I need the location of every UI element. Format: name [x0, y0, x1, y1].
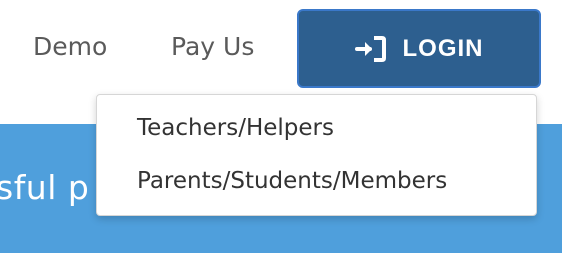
sign-in-icon: [354, 35, 387, 63]
hero-heading: sful p: [0, 168, 90, 207]
login-button[interactable]: LOGIN: [297, 9, 541, 88]
nav-link-pay-us[interactable]: Pay Us: [171, 32, 254, 61]
login-button-label: LOGIN: [402, 34, 484, 62]
menu-item-teachers-helpers[interactable]: Teachers/Helpers: [137, 115, 334, 141]
nav-link-demo[interactable]: Demo: [33, 32, 107, 61]
page: sful p Demo Pay Us LOGIN Teachers/Helper…: [0, 0, 562, 253]
menu-item-parents-students-members[interactable]: Parents/Students/Members: [137, 168, 447, 194]
login-dropdown-menu: Teachers/Helpers Parents/Students/Member…: [96, 94, 537, 216]
